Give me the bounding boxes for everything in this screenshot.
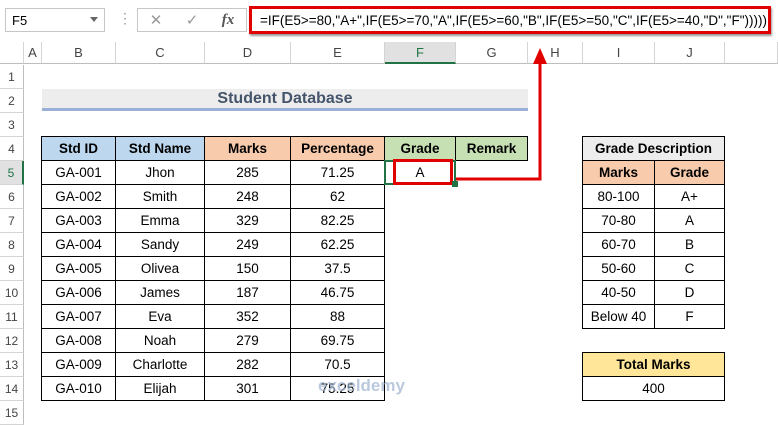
callout-arrow (456, 48, 547, 181)
watermark-logo: exceldemy (318, 376, 405, 395)
